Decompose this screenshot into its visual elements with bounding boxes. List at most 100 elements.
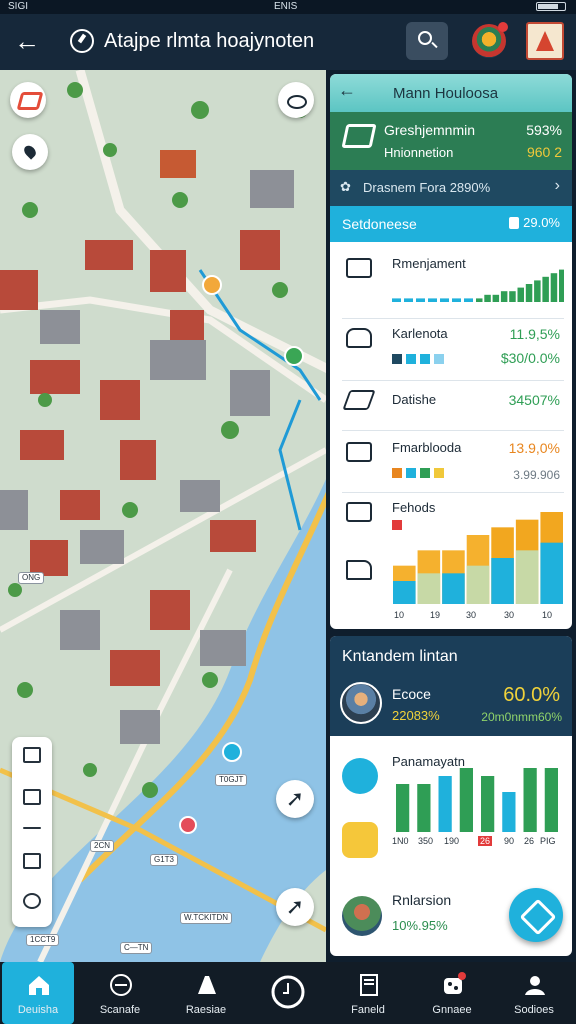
summary-value: 593%: [526, 122, 562, 138]
filter-icon: ✿: [340, 179, 351, 194]
ticket-icon: [341, 124, 377, 148]
tab-files[interactable]: Faneld: [332, 962, 404, 1024]
map-label: W.TCKITDN: [180, 912, 232, 924]
chart-bar: [559, 269, 564, 302]
status-bar: SIGI ENIS: [0, 0, 576, 14]
leader-sub: 22083%: [392, 708, 440, 723]
stat-row-label: Karlenota: [392, 326, 448, 341]
line-tool-icon[interactable]: [23, 827, 41, 829]
profile-avatar[interactable]: [526, 22, 564, 60]
tab-profile[interactable]: Sodioes: [498, 962, 570, 1024]
chart-bar: [500, 291, 508, 302]
tab-clock[interactable]: [252, 962, 324, 1024]
stat-row[interactable]: Rmenjament: [330, 252, 572, 316]
stats-panel: ← Mann Houloosa Greshjemnmin Hnionnetion…: [330, 74, 572, 629]
chart-bar: [393, 581, 416, 604]
map-label: T0GJT: [215, 774, 248, 786]
navigate-arrow-button[interactable]: ➚: [276, 780, 314, 818]
map-label: 2CN: [90, 840, 115, 852]
chart-bar: [464, 298, 473, 302]
tab-label: Scanafe: [99, 1004, 141, 1016]
row-chart: [393, 512, 563, 604]
tab-label: Sodioes: [514, 1004, 554, 1016]
chart-bar: [515, 550, 539, 604]
file-icon: [360, 974, 378, 996]
measure-tool-icon[interactable]: [23, 747, 41, 763]
tab-label: Deuisha: [17, 1004, 59, 1016]
summary-subtitle: Hnionnetion: [384, 145, 454, 160]
leaderboard-chart-row[interactable]: Panamayatn: [330, 740, 572, 858]
summary-title: Greshjemnmin: [384, 122, 476, 138]
chart-toggle-icon[interactable]: [342, 758, 378, 794]
stat-row-label: Datishe: [392, 392, 437, 407]
chart-bar: [476, 298, 483, 302]
panel-back-icon[interactable]: ←: [338, 80, 356, 101]
map-layers-button[interactable]: [10, 82, 46, 118]
chart-bar: [416, 298, 425, 302]
chart-bar: [542, 276, 549, 302]
summary-card[interactable]: Greshjemnmin Hnionnetion 593% 960 2: [330, 112, 572, 170]
chart-bar: [428, 298, 437, 302]
section-title: Setdoneese: [342, 216, 417, 232]
chart-bar: [481, 776, 495, 832]
circle-tool-icon[interactable]: [23, 893, 41, 909]
image-tool-icon[interactable]: [23, 853, 41, 869]
tab-scan[interactable]: Scanafe: [84, 962, 156, 1024]
chart-bar: [440, 298, 449, 302]
tab-routes[interactable]: Raesiae: [170, 962, 242, 1024]
share-fab-button[interactable]: [509, 888, 563, 942]
leaderboard-chart: [396, 768, 558, 832]
city-map[interactable]: ONG T0GJT 2CN W.TCKITDN C—TN 1CCT9 G1T3 …: [0, 70, 326, 962]
clock-icon: [271, 975, 305, 1009]
chart-bar: [523, 768, 537, 832]
status-signal: SIGI: [8, 1, 29, 12]
chart-bar: [466, 565, 490, 604]
stat-row[interactable]: Datishe 34507%: [330, 384, 572, 428]
search-button[interactable]: [406, 22, 448, 60]
avatar[interactable]: [342, 896, 382, 936]
tab-label: Gnnaee: [432, 1004, 472, 1016]
camera-icon: [346, 258, 372, 278]
chart-bar: [396, 784, 410, 832]
achievement-badge-icon[interactable]: [472, 22, 508, 58]
leader-value: 60.0%: [503, 684, 560, 706]
home-icon: [29, 976, 49, 995]
status-carrier: ENIS: [274, 1, 298, 12]
stat-row-value: 11.9,5%: [509, 326, 560, 342]
bookmark-tool-icon[interactable]: [23, 789, 41, 805]
folder-icon: [346, 560, 372, 580]
footer-sub: 10%.95%: [392, 918, 448, 933]
stat-row[interactable]: Fmarblooda 13.9,0% 3.99.906: [330, 434, 572, 492]
box-icon: [346, 442, 372, 462]
section-header: Setdoneese 29.0%: [330, 206, 572, 242]
chart-bar: [452, 298, 461, 302]
chart-bar: [509, 291, 516, 302]
chart-bar: [544, 768, 558, 832]
map-label: ONG: [18, 572, 45, 584]
back-arrow-icon[interactable]: ←: [12, 26, 42, 56]
building-icon: [346, 328, 372, 348]
user-icon: [525, 976, 545, 995]
chevron-right-icon: ›: [554, 177, 560, 194]
recenter-arrow-button[interactable]: ➚: [276, 888, 314, 926]
tab-home[interactable]: Deuisha: [2, 962, 74, 1024]
scan-icon: [110, 974, 132, 996]
filter-row[interactable]: ✿ Drasnem Fora 2890% ›: [330, 170, 572, 206]
map-view-button[interactable]: [278, 82, 314, 118]
stat-row[interactable]: Fehods: [330, 496, 572, 608]
map-label: 1CCT9: [26, 934, 60, 946]
stat-row-value-secondary: $30/0.0%: [500, 350, 560, 366]
route-icon: [198, 976, 216, 994]
chart-bar: [525, 284, 533, 302]
my-location-button[interactable]: [12, 134, 48, 170]
chart-bar: [534, 280, 541, 302]
chart-bar: [502, 792, 516, 832]
sun-icon[interactable]: [342, 822, 378, 858]
avatar[interactable]: [340, 682, 382, 724]
stat-row-value-secondary: 3.99.906: [513, 468, 560, 482]
stat-row-value: 34507%: [508, 392, 560, 408]
tab-games[interactable]: Gnnaee: [416, 962, 488, 1024]
stat-row[interactable]: Karlenota 11.9,5% $30/0.0%: [330, 322, 572, 380]
chart-bar: [540, 542, 563, 604]
chart-bar: [550, 273, 558, 302]
